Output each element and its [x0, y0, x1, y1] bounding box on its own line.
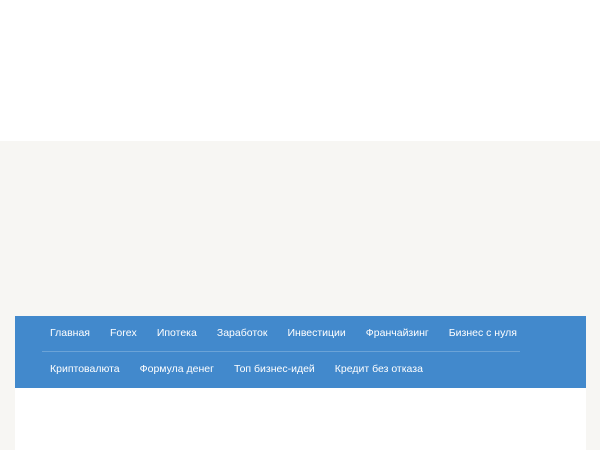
nav-item-top-business-ideas[interactable]: Топ бизнес-идей [226, 352, 327, 387]
nav-item-earnings[interactable]: Заработок [209, 316, 280, 351]
nav-item-mortgage[interactable]: Ипотека [149, 316, 209, 351]
nav-item-forex[interactable]: Forex [102, 316, 149, 351]
nav-item-money-formula[interactable]: Формула денег [132, 352, 226, 387]
nav-item-credit-without-refusal[interactable]: Кредит без отказа [327, 352, 431, 387]
nav-row-primary: Главная Forex Ипотека Заработок Инвестиц… [42, 316, 525, 351]
nav-item-investments[interactable]: Инвестиции [279, 316, 357, 351]
nav-item-cryptocurrency[interactable]: Криптовалюта [42, 352, 132, 387]
nav-item-business-from-scratch[interactable]: Бизнес с нуля [441, 316, 525, 351]
nav-item-home[interactable]: Главная [42, 316, 102, 351]
main-navigation: Главная Forex Ипотека Заработок Инвестиц… [15, 316, 586, 388]
main-content-area [15, 388, 586, 450]
header-blank-area [0, 0, 600, 141]
nav-item-franchising[interactable]: Франчайзинг [358, 316, 441, 351]
nav-row-secondary: Криптовалюта Формула денег Топ бизнес-ид… [42, 351, 431, 387]
